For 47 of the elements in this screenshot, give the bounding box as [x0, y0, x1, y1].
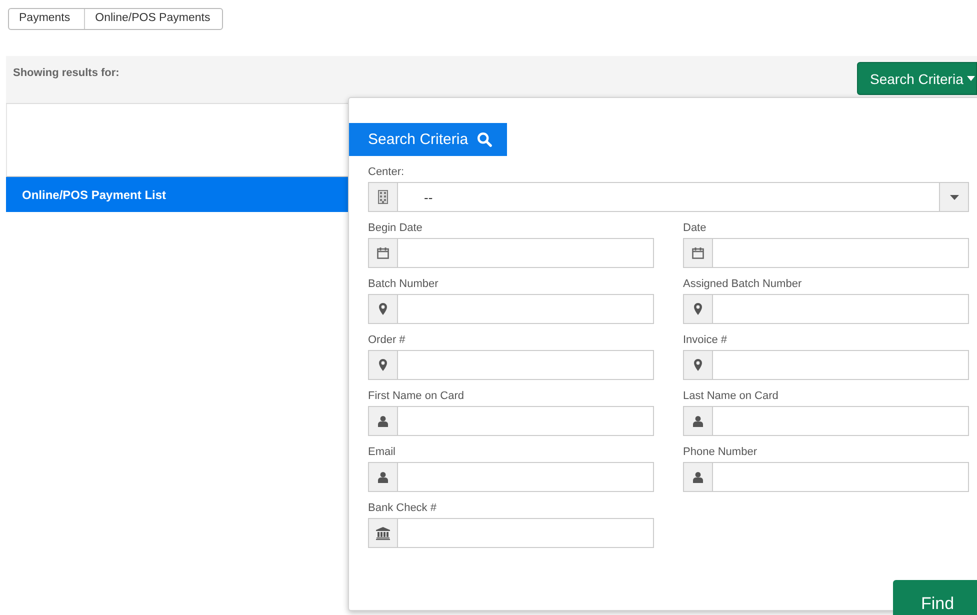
select-value: -- — [423, 190, 434, 204]
field-label: Email — [368, 446, 397, 459]
field-label: Begin Date — [368, 222, 424, 235]
field-label: First Name on Card — [368, 390, 465, 403]
field-label: Last Name on Card — [683, 390, 780, 403]
search-criteria-button[interactable]: Search Criteria — [857, 62, 977, 95]
field-label: Assigned Batch Number — [683, 278, 803, 291]
person-icon — [378, 416, 388, 426]
input-field[interactable] — [368, 406, 654, 436]
center-select[interactable]: -- — [368, 182, 969, 212]
map-pin-icon — [694, 359, 702, 371]
input-field[interactable] — [683, 462, 969, 492]
list-title: Online/POS Payment List — [22, 188, 166, 202]
person-icon — [693, 472, 703, 482]
field-label: Batch Number — [368, 278, 440, 291]
breadcrumb-item[interactable]: Online/POS Payments — [85, 9, 222, 29]
input-field[interactable] — [683, 350, 969, 380]
field-label: Date — [683, 222, 708, 235]
field-label: Invoice # — [683, 334, 728, 347]
input-field[interactable] — [368, 294, 654, 324]
panel-title: Search Criteria — [368, 131, 468, 148]
person-icon — [693, 416, 703, 426]
input-field[interactable] — [368, 350, 654, 380]
breadcrumb-item[interactable]: Payments — [9, 9, 86, 29]
building-icon — [378, 190, 388, 204]
bank-icon — [376, 526, 390, 540]
input-field[interactable] — [368, 462, 654, 492]
input-field[interactable] — [683, 406, 969, 436]
calendar-icon — [692, 247, 704, 259]
input-field[interactable] — [368, 518, 654, 548]
field-label: Order # — [368, 334, 406, 347]
map-pin-icon — [379, 359, 387, 371]
search-icon — [477, 132, 492, 147]
field-label: Phone Number — [683, 446, 758, 459]
map-pin-icon — [379, 303, 387, 315]
field-label: Center: — [368, 166, 406, 179]
input-field[interactable] — [683, 238, 969, 268]
person-icon — [378, 472, 388, 482]
field-label: Bank Check # — [368, 502, 438, 515]
results-label: Showing results for: — [13, 67, 120, 79]
find-button[interactable]: Find — [893, 580, 977, 615]
caret-icon — [967, 76, 976, 81]
input-field[interactable] — [683, 294, 969, 324]
caret-icon — [950, 194, 958, 200]
calendar-icon — [377, 247, 389, 259]
map-pin-icon — [694, 303, 702, 315]
input-field[interactable] — [368, 238, 654, 268]
